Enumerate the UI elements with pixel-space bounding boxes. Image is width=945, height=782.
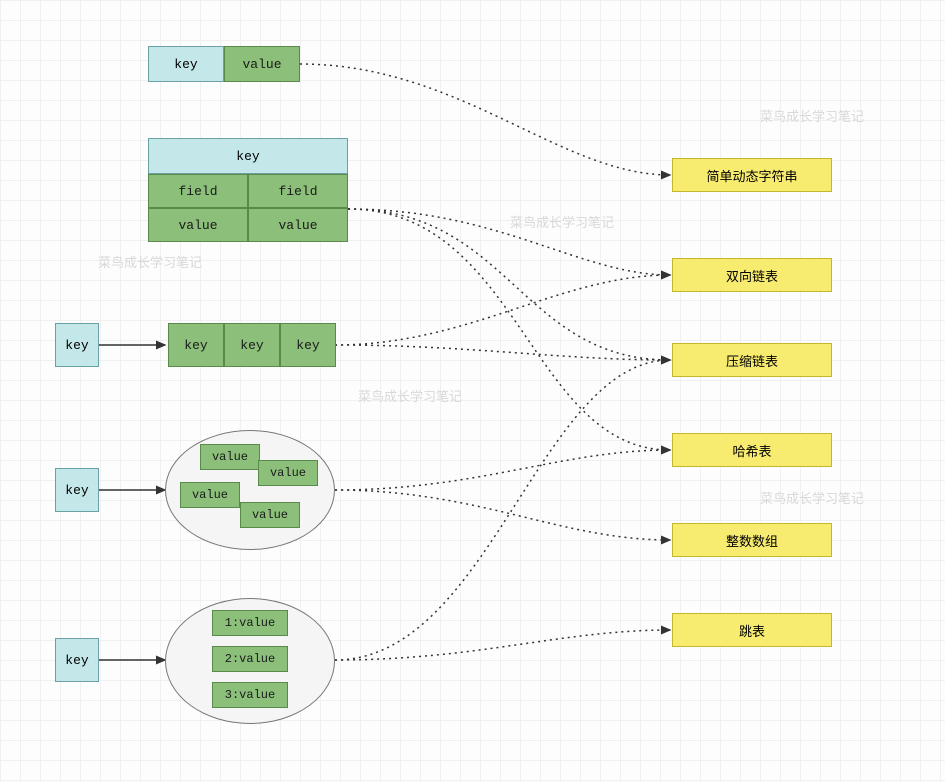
- target-dlist: 双向链表: [672, 258, 832, 292]
- watermark-1: 菜鸟成长学习笔记: [760, 106, 864, 125]
- list-item-2: key: [224, 323, 280, 367]
- string-value-box: value: [224, 46, 300, 82]
- set-key-box: key: [55, 468, 99, 512]
- hash-field-2: field: [248, 174, 348, 208]
- list-item-1: key: [168, 323, 224, 367]
- watermark-4: 菜鸟成长学习笔记: [358, 386, 462, 405]
- hash-value-1: value: [148, 208, 248, 242]
- zset-value-3: 3:value: [212, 682, 288, 708]
- set-value-3: value: [180, 482, 240, 508]
- target-intset: 整数数组: [672, 523, 832, 557]
- watermark-3: 菜鸟成长学习笔记: [98, 252, 202, 271]
- string-key-box: key: [148, 46, 224, 82]
- set-value-2: value: [258, 460, 318, 486]
- target-ziplist: 压缩链表: [672, 343, 832, 377]
- zset-value-2: 2:value: [212, 646, 288, 672]
- watermark-5: 菜鸟成长学习笔记: [760, 488, 864, 507]
- list-item-3: key: [280, 323, 336, 367]
- set-value-4: value: [240, 502, 300, 528]
- set-value-1: value: [200, 444, 260, 470]
- zset-value-1: 1:value: [212, 610, 288, 636]
- hash-value-2: value: [248, 208, 348, 242]
- zset-key-box: key: [55, 638, 99, 682]
- watermark-2: 菜鸟成长学习笔记: [510, 212, 614, 231]
- target-hashtable: 哈希表: [672, 433, 832, 467]
- hash-field-1: field: [148, 174, 248, 208]
- target-sds: 简单动态字符串: [672, 158, 832, 192]
- target-skiplist: 跳表: [672, 613, 832, 647]
- hash-key-header: key: [148, 138, 348, 174]
- list-key-box: key: [55, 323, 99, 367]
